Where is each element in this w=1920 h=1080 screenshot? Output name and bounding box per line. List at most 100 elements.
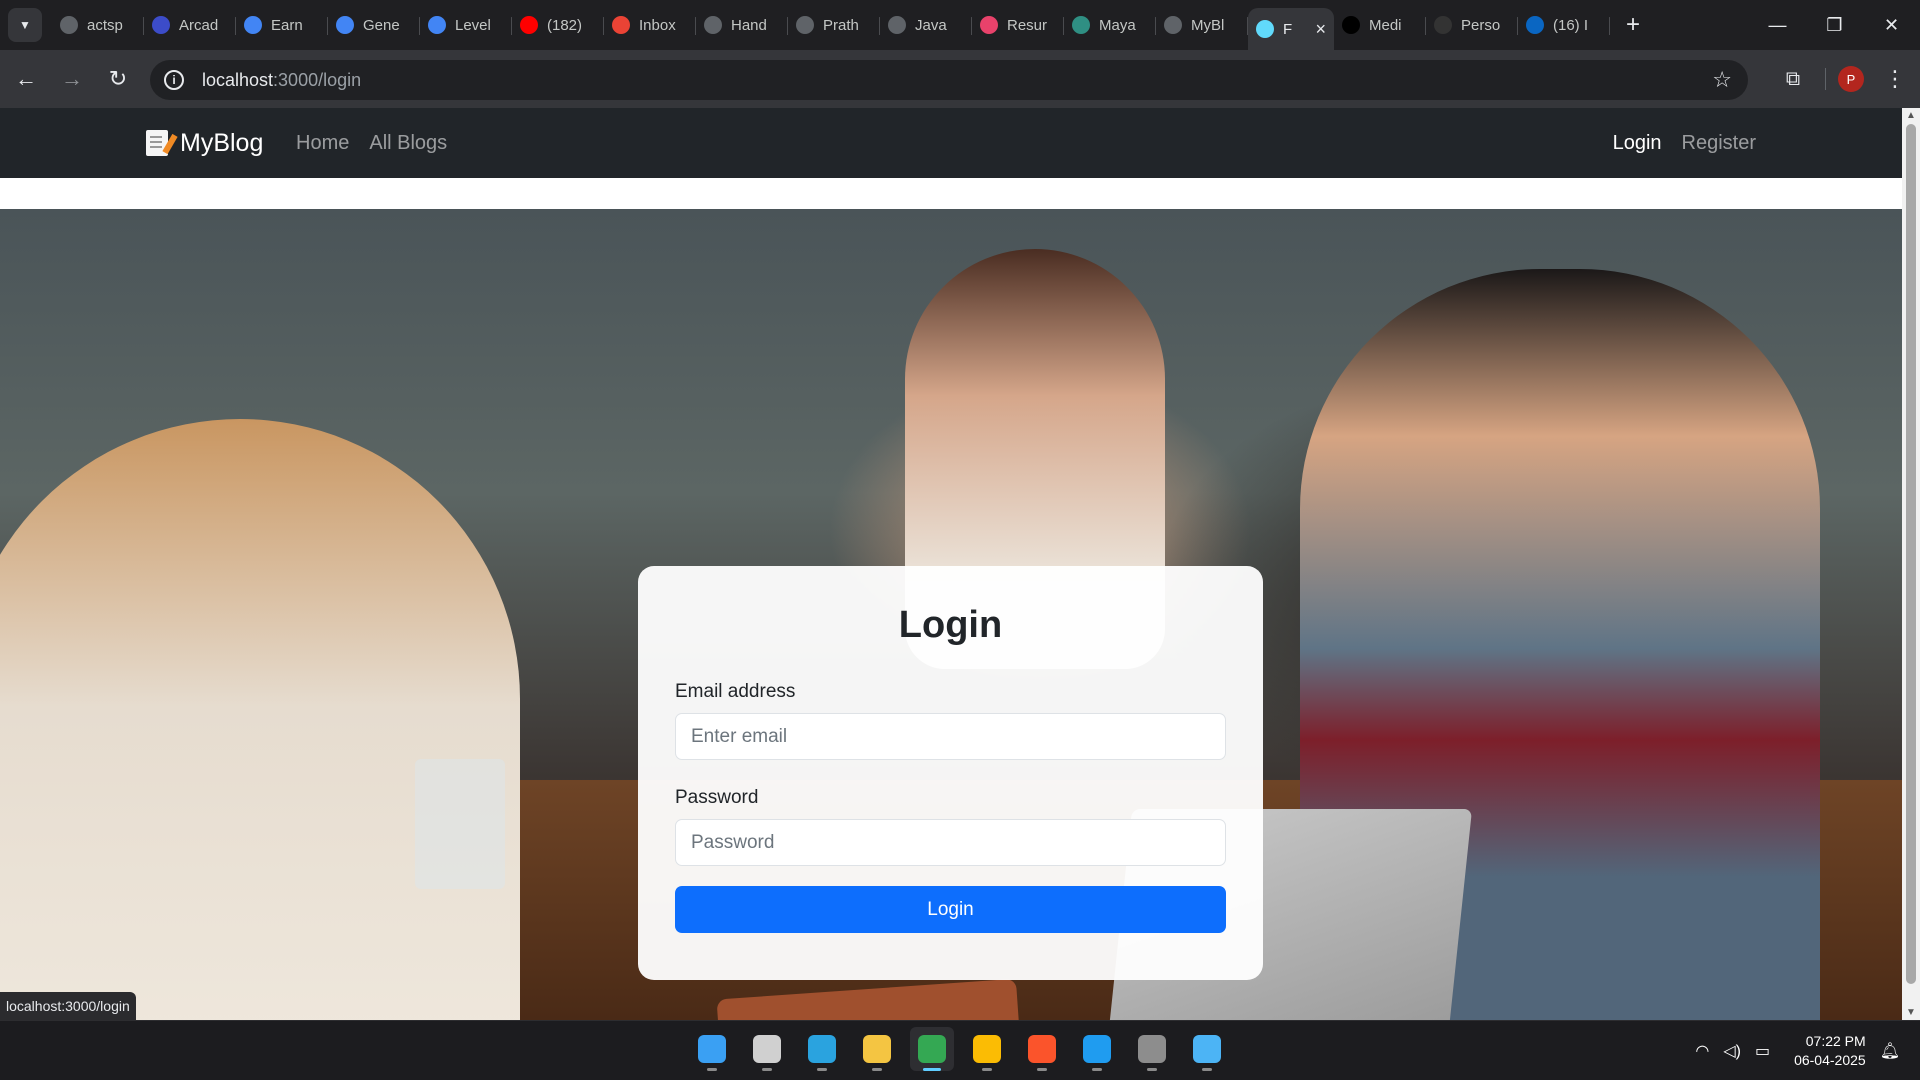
nav-link-all-blogs[interactable]: All Blogs [369,132,447,155]
browser-tab[interactable]: Gene [328,8,420,42]
address-bar[interactable]: i localhost:3000/login ☆ [150,60,1748,100]
scroll-down-icon[interactable]: ▼ [1902,1007,1920,1018]
maya-icon [1072,16,1090,34]
close-icon: ✕ [1883,14,1900,35]
taskbar-app[interactable] [745,1027,789,1071]
browser-tab[interactable]: Level [420,8,512,42]
volume-icon[interactable]: ◁) [1723,1041,1741,1061]
taskbar-app[interactable] [690,1027,734,1071]
browser-tab[interactable]: (182) [512,8,604,42]
youtube-icon [520,16,538,34]
browser-tab[interactable]: (16) I [1518,8,1610,42]
login-submit-button[interactable]: Login [675,886,1226,933]
browser-tab[interactable]: Resur [972,8,1064,42]
tab-title: Gene [363,16,400,34]
file-explorer-icon [863,1035,891,1063]
password-field[interactable] [675,819,1226,866]
photo-glass [415,759,505,889]
battery-icon[interactable]: ▭ [1755,1041,1770,1061]
nav-link-register[interactable]: Register [1682,132,1756,155]
browser-tab[interactable]: Maya [1064,8,1156,42]
forward-button[interactable]: → [52,59,92,99]
browser-tab[interactable]: Inbox [604,8,696,42]
taskbar-app[interactable] [965,1027,1009,1071]
google-cloud-icon [428,16,446,34]
new-tab-button[interactable]: + [1616,8,1650,42]
site-info-icon[interactable]: i [164,70,184,90]
system-tray: ◠ ◁) ▭ 07:22 PM 06-04-2025 🔔︎ [1695,1021,1900,1080]
task-view-icon [753,1035,781,1063]
tab-title: Inbox [639,16,676,34]
taskbar-app[interactable] [1130,1027,1174,1071]
running-indicator [1037,1068,1047,1071]
browser-tab[interactable]: MyBl [1156,8,1248,42]
close-tab-icon[interactable]: × [1315,19,1326,40]
browser-tab[interactable]: Perso [1426,8,1518,42]
browser-tab[interactable]: Hand [696,8,788,42]
minimize-icon: — [1768,14,1787,35]
app-navbar: MyBlog Home All Blogs Login Register [0,108,1902,178]
profile-avatar[interactable]: P [1838,66,1864,92]
reload-icon: ↻ [108,66,128,91]
page-scrollbar[interactable]: ▲ ▼ [1902,108,1920,1020]
google-cloud-icon [336,16,354,34]
tab-title: Perso [1461,16,1501,34]
minimize-button[interactable]: — [1749,0,1806,50]
back-button[interactable]: ← [6,59,46,99]
browser-tab[interactable]: Prath [788,8,880,42]
tab-title: Earn [271,16,303,34]
tab-title: (16) I [1553,16,1589,34]
page-viewport: MyBlog Home All Blogs Login Register Log… [0,108,1902,1020]
email-field[interactable] [675,713,1226,760]
nav-link-login[interactable]: Login [1613,132,1662,155]
brand-name: MyBlog [180,128,264,157]
taskbar-app[interactable] [800,1027,844,1071]
taskbar-app[interactable] [1185,1027,1229,1071]
notifications-icon[interactable]: 🔔︎ [1880,1041,1900,1061]
taskbar-app[interactable] [855,1027,899,1071]
bookmark-star-icon[interactable]: ☆ [1712,67,1732,93]
reload-button[interactable]: ↻ [98,59,138,99]
linkedin-icon [1526,16,1544,34]
nav-link-home[interactable]: Home [296,132,349,155]
photo-person-left [0,419,520,1020]
browser-tab[interactable]: Medi [1334,8,1426,42]
extensions-puzzle-icon[interactable]: ⧉ [1773,68,1813,91]
openai-icon [1164,16,1182,34]
close-window-button[interactable]: ✕ [1863,0,1920,50]
browser-tab[interactable]: Java [880,8,972,42]
telegram-icon [808,1035,836,1063]
arcade-icon [152,16,170,34]
running-indicator [1202,1068,1212,1071]
tab-search-button[interactable]: ▼ [8,8,42,42]
plus-icon: + [1625,11,1640,38]
browser-tab[interactable]: Arcad [144,8,236,42]
browser-tab[interactable]: Earn [236,8,328,42]
address-url[interactable]: localhost:3000/login [202,70,361,91]
restore-button[interactable]: ❐ [1806,0,1863,50]
taskbar-clock[interactable]: 07:22 PM 06-04-2025 [1794,1032,1866,1070]
clock-time: 07:22 PM [1805,1033,1866,1049]
scrollbar-thumb[interactable] [1906,124,1916,984]
taskbar-app[interactable] [1020,1027,1064,1071]
back-arrow-icon: ← [15,66,37,91]
browser-tab[interactable]: F × [1248,8,1334,50]
tab-title: Resur [1007,16,1048,34]
taskbar-app[interactable] [1075,1027,1119,1071]
wifi-icon[interactable]: ◠ [1695,1041,1709,1061]
taskbar-app[interactable] [910,1027,954,1071]
chevron-down-icon: ▼ [19,18,31,32]
gmail-icon [612,16,630,34]
scroll-up-icon[interactable]: ▲ [1902,110,1920,121]
kebab-menu-icon[interactable]: ⋮ [1880,66,1910,92]
email-label: Email address [675,681,796,702]
tab-title: Java [915,16,947,34]
notepad-icon [1193,1035,1221,1063]
login-title: Login [898,604,1003,646]
tab-title: Arcad [179,16,219,34]
brand-link[interactable]: MyBlog [146,108,263,178]
password-label: Password [675,787,759,808]
browser-tab[interactable]: actsp [52,8,144,42]
status-bubble-url: localhost:3000/login [0,992,136,1020]
tab-strip: ▼ actsp Arcad Earn Gene Level (182) Inbox Hand P… [0,0,1920,50]
